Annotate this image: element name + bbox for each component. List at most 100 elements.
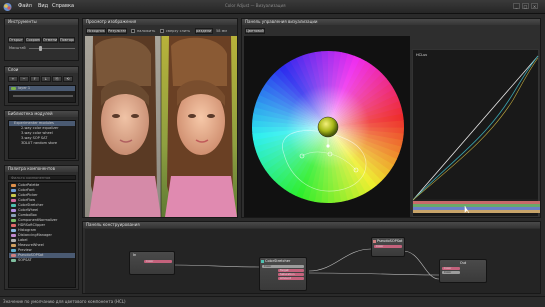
component-item-label: PseudoSOPSat xyxy=(18,253,44,257)
zoom-slider-handle[interactable] xyxy=(39,46,42,51)
color-wheel-area[interactable] xyxy=(244,36,410,217)
node-pseudosopsat[interactable]: PseudoSOPSat Color xyxy=(371,237,405,257)
window-title: Color Adjust — Визуализация xyxy=(225,3,286,8)
open-button[interactable]: Открыть xyxy=(8,37,24,43)
component-palette-title: Палитра компонентов xyxy=(5,166,78,172)
node-port[interactable]: Amount xyxy=(278,277,304,280)
merge-label: сверху слить xyxy=(166,29,191,33)
tools-panel-title: Инструменты xyxy=(5,19,78,25)
add-layer-button[interactable]: + xyxy=(8,76,18,82)
node-port[interactable]: Color xyxy=(442,267,460,270)
layer-up-button[interactable]: ↑ xyxy=(30,76,40,82)
tools-panel: Инструменты Открыть Сохранить Отменить П… xyxy=(4,18,79,61)
component-icon xyxy=(11,189,16,192)
node-canvas[interactable]: In Color ColorStretcher Color Target Sat… xyxy=(85,229,540,293)
preview-panel-title: Просмотр изображения xyxy=(83,19,237,25)
redo-button[interactable]: Повторить xyxy=(59,37,75,43)
module-item[interactable]: 3DLUT random store xyxy=(9,141,75,146)
component-palette-panel: Палитра компонентов ColorPaletteColorFon… xyxy=(4,165,79,290)
component-item-label: ColorStretcher xyxy=(18,203,44,207)
layer-item[interactable]: layer 1 xyxy=(9,86,75,91)
overlay-checkbox[interactable] xyxy=(131,29,135,33)
tab-color[interactable]: Цветовой xyxy=(245,28,265,34)
module-list: Experimenter modules 2-way color equaliz… xyxy=(8,120,76,159)
node-colorstretcher-title: ColorStretcher xyxy=(265,259,291,263)
duplicate-layer-button[interactable]: ⎘ xyxy=(52,76,62,82)
visualization-panel-title: Панель управления визуализации xyxy=(242,19,540,25)
curve-graph[interactable]: HCLuv xyxy=(412,49,540,217)
node-port[interactable]: Color xyxy=(262,265,304,268)
component-item[interactable]: SOPSAT xyxy=(9,258,75,263)
minimize-button[interactable]: _ xyxy=(513,3,520,9)
component-item-label: ColorFont xyxy=(18,188,35,192)
node-port[interactable]: Target xyxy=(278,269,304,272)
menu-view[interactable]: Вид xyxy=(38,3,48,9)
node-colorstretcher[interactable]: ColorStretcher Color Target Saturation A… xyxy=(259,257,307,291)
curve-graph-plot xyxy=(413,55,540,214)
layer-visible-icon[interactable] xyxy=(11,87,16,90)
node-editor-title: Панель конструирования xyxy=(83,222,540,228)
source-view-button[interactable]: Исходник xyxy=(86,28,106,34)
node-pseudosopsat-title: PseudoSOPSat xyxy=(377,239,403,243)
preview-image-area[interactable] xyxy=(85,36,237,217)
component-item-label: Label xyxy=(18,238,28,242)
node-out[interactable]: Out Color Color xyxy=(439,259,487,283)
layers-list: layer 1 xyxy=(8,85,76,103)
node-in[interactable]: In Color xyxy=(129,251,175,275)
zoom-label: Масштаб xyxy=(9,46,26,50)
node-in-title: In xyxy=(133,253,137,257)
component-item-label: SOPSAT xyxy=(18,258,32,262)
component-item-label: Preview xyxy=(18,248,32,252)
color-picker-ball[interactable] xyxy=(317,116,339,138)
zoom-slider-track[interactable] xyxy=(29,48,75,49)
component-item-label: HDRSoftClipper xyxy=(18,223,46,227)
menu-file[interactable]: Файл xyxy=(18,3,32,9)
menu-help[interactable]: Справка xyxy=(52,3,74,9)
layer-down-button[interactable]: ↓ xyxy=(41,76,51,82)
component-icon xyxy=(11,249,16,252)
close-button[interactable]: × xyxy=(531,3,538,9)
component-item-label: MeasureWheel xyxy=(18,243,44,247)
layer-opacity-bar[interactable] xyxy=(13,95,73,97)
component-icon xyxy=(11,239,16,242)
maximize-button[interactable]: □ xyxy=(522,3,529,9)
component-item-label: ColorWheel xyxy=(18,208,39,212)
component-icon xyxy=(11,194,16,197)
node-port[interactable]: Color xyxy=(374,245,402,248)
component-item-label: Histogram xyxy=(18,228,37,232)
component-icon xyxy=(11,259,16,262)
layers-panel-title: Слои xyxy=(5,67,78,73)
component-icon xyxy=(11,244,16,247)
component-icon xyxy=(11,199,16,202)
overlay-label: наложить xyxy=(137,29,156,33)
portrait-comparison-image xyxy=(85,36,237,217)
save-button[interactable]: Сохранить xyxy=(25,37,41,43)
component-item-label: DistancingManager xyxy=(18,233,52,237)
layers-panel: Слои + − ↑ ↓ ⎘ ⟲ layer 1 xyxy=(4,66,79,106)
module-library-panel: Библиотека модулей Experimenter modules … xyxy=(4,110,79,161)
reset-layer-button[interactable]: ⟲ xyxy=(63,76,73,82)
merge-checkbox[interactable] xyxy=(160,29,164,33)
title-bar: Файл Вид Справка Color Adjust — Визуализ… xyxy=(0,0,545,14)
component-icon xyxy=(11,219,16,222)
component-item-label: ComboBox xyxy=(18,213,37,217)
node-port[interactable]: Color xyxy=(442,271,460,274)
zoom-value: 58 мм xyxy=(216,29,227,33)
color-wheel-graphic xyxy=(252,51,404,203)
result-view-button[interactable]: Результат xyxy=(107,28,127,34)
status-bar: Значение по умолчанию для цветового комп… xyxy=(0,296,545,307)
component-item-label: ColorPalette xyxy=(18,183,40,187)
component-item-label: ComponentNormalizer xyxy=(18,218,58,222)
component-list: ColorPalette ColorFont ColorPicker ColorFlo… xyxy=(8,182,76,288)
component-icon xyxy=(11,209,16,212)
remove-layer-button[interactable]: − xyxy=(19,76,29,82)
component-icon xyxy=(11,214,16,217)
preview-panel: Просмотр изображения Исходник Результат … xyxy=(82,18,238,218)
app-logo-icon xyxy=(3,3,12,11)
split-button[interactable]: разделить xyxy=(195,28,213,34)
node-port[interactable]: Saturation xyxy=(278,273,304,276)
component-search-input[interactable] xyxy=(8,175,76,180)
node-out-title: Out xyxy=(459,261,467,265)
node-port[interactable]: Color xyxy=(144,260,172,263)
undo-button[interactable]: Отменить xyxy=(42,37,58,43)
